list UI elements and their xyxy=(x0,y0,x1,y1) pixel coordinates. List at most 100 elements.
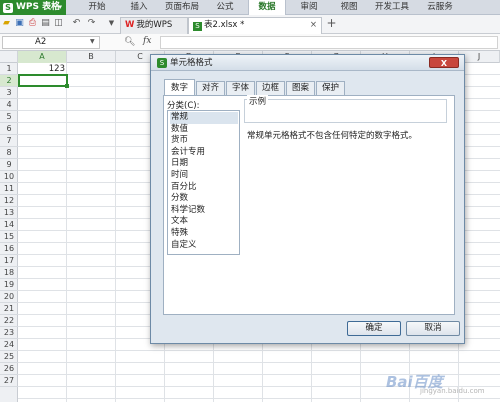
dialog-tab-number[interactable]: 数字 xyxy=(164,79,195,96)
active-cell-a2[interactable] xyxy=(18,74,68,87)
ribbon-tab-cloud[interactable]: 云服务 xyxy=(420,0,460,15)
dialog-close-button[interactable]: X xyxy=(429,57,459,68)
row-header-9[interactable]: 9 xyxy=(0,159,18,171)
baidu-watermark: Bai百度 jingyan.baidu.com xyxy=(386,368,498,398)
spreadsheet-logo-icon: S xyxy=(157,58,167,68)
app-menu-button[interactable]: S WPS 表格 ▾ xyxy=(0,0,66,15)
row-header-13[interactable]: 13 xyxy=(0,207,18,219)
print-icon[interactable]: ⎙ xyxy=(27,18,38,29)
spreadsheet-logo-icon: S xyxy=(193,22,202,31)
zoom-icon[interactable]: 🔍︎ xyxy=(124,37,135,47)
category-item-date[interactable]: 日期 xyxy=(170,158,238,170)
fill-handle[interactable] xyxy=(65,84,69,88)
row-header-7[interactable]: 7 xyxy=(0,135,18,147)
category-item-accounting[interactable]: 会计专用 xyxy=(170,147,238,159)
row-header-4[interactable]: 4 xyxy=(0,99,18,111)
row-header-20[interactable]: 20 xyxy=(0,291,18,303)
undo-icon[interactable]: ↶ xyxy=(71,18,82,29)
doc-tab-workbook[interactable]: S 表2.xlsx * × xyxy=(188,17,322,34)
chevron-down-icon: ▾ xyxy=(58,3,62,11)
row-header-21[interactable]: 21 xyxy=(0,303,18,315)
dialog-title-bar[interactable]: S 单元格格式 X xyxy=(151,55,464,71)
category-listbox[interactable]: 常规 数值 货币 会计专用 日期 时间 百分比 分数 科学记数 文本 特殊 自定… xyxy=(167,110,240,255)
name-box[interactable]: A2 xyxy=(2,36,100,49)
chevron-down-icon[interactable]: ▼ xyxy=(90,38,95,45)
category-item-special[interactable]: 特殊 xyxy=(170,228,238,240)
wps-w-logo-icon: W xyxy=(125,20,135,30)
row-header-27[interactable]: 27 xyxy=(0,375,18,387)
ribbon-tab-view[interactable]: 视图 xyxy=(332,0,366,15)
category-item-scientific[interactable]: 科学记数 xyxy=(170,205,238,217)
row-header-16[interactable]: 16 xyxy=(0,243,18,255)
category-item-fraction[interactable]: 分数 xyxy=(170,193,238,205)
row-header-3[interactable]: 3 xyxy=(0,87,18,99)
doc-tab-label: 表2.xlsx * xyxy=(204,20,245,30)
dialog-tab-protection[interactable]: 保护 xyxy=(316,81,345,95)
row-header-2[interactable]: 2 xyxy=(0,75,18,87)
row-header-6[interactable]: 6 xyxy=(0,123,18,135)
category-item-text[interactable]: 文本 xyxy=(170,216,238,228)
row-header-15[interactable]: 15 xyxy=(0,231,18,243)
customize-icon[interactable]: ▼ xyxy=(106,18,117,29)
category-item-general[interactable]: 常规 xyxy=(170,112,238,124)
row-header-17[interactable]: 17 xyxy=(0,255,18,267)
row-header-10[interactable]: 10 xyxy=(0,171,18,183)
format-description: 常规单元格格式不包含任何特定的数字格式。 xyxy=(247,131,418,141)
doc-tab-label: 我的WPS xyxy=(136,20,173,30)
dialog-tab-patterns[interactable]: 图案 xyxy=(286,81,315,95)
insert-function-icon[interactable]: fx xyxy=(143,36,151,46)
export-icon[interactable]: ◫ xyxy=(53,18,64,29)
row-header-1[interactable]: 1 xyxy=(0,63,18,75)
row-header-19[interactable]: 19 xyxy=(0,279,18,291)
sample-group-box xyxy=(244,99,447,123)
ribbon-tab-bar: S WPS 表格 ▾ 开始 插入 页面布局 公式 数据 审阅 视图 开发工具 云服… xyxy=(0,0,500,16)
dialog-tab-border[interactable]: 边框 xyxy=(256,81,285,95)
ribbon-tab-home[interactable]: 开始 xyxy=(80,0,114,15)
ok-button[interactable]: 确定 xyxy=(347,321,401,336)
select-all-corner[interactable] xyxy=(0,51,18,63)
open-icon[interactable]: ▰ xyxy=(1,18,12,29)
row-header-26[interactable]: 26 xyxy=(0,363,18,375)
ribbon-tab-page-layout[interactable]: 页面布局 xyxy=(160,0,204,15)
row-header-18[interactable]: 18 xyxy=(0,267,18,279)
doc-tab-my-wps[interactable]: W 我的WPS xyxy=(120,17,188,34)
ribbon-tab-insert[interactable]: 插入 xyxy=(122,0,156,15)
row-header-23[interactable]: 23 xyxy=(0,327,18,339)
ribbon-tab-developer[interactable]: 开发工具 xyxy=(370,0,414,15)
row-header-14[interactable]: 14 xyxy=(0,219,18,231)
column-header-a[interactable]: A xyxy=(18,51,67,63)
row-headers: 1 2 3 4 5 6 7 8 9 10 11 12 13 14 15 16 17 18 19 20 21 22 23 24 2… xyxy=(0,63,18,402)
column-header-j[interactable]: J xyxy=(459,51,500,63)
category-item-number[interactable]: 数值 xyxy=(170,124,238,136)
formula-input[interactable] xyxy=(160,36,498,49)
row-header-24[interactable]: 24 xyxy=(0,339,18,351)
wps-logo-icon: S xyxy=(3,3,13,13)
close-tab-icon[interactable]: × xyxy=(310,18,317,33)
ribbon-tab-review[interactable]: 审阅 xyxy=(292,0,326,15)
row-header-8[interactable]: 8 xyxy=(0,147,18,159)
row-header-12[interactable]: 12 xyxy=(0,195,18,207)
quick-access-toolbar: ▰ ▣ ⎙ ▤ ◫ ↶ ↷ ▼ W 我的WPS S 表2.xlsx * × + xyxy=(0,15,500,34)
category-item-percentage[interactable]: 百分比 xyxy=(170,182,238,194)
save-icon[interactable]: ▣ xyxy=(14,18,25,29)
formula-bar: A2 ▼ 🔍︎ fx xyxy=(0,34,500,51)
category-item-time[interactable]: 时间 xyxy=(170,170,238,182)
dialog-tab-font[interactable]: 字体 xyxy=(226,81,255,95)
dialog-title: 单元格格式 xyxy=(170,58,213,68)
row-header-5[interactable]: 5 xyxy=(0,111,18,123)
cancel-button[interactable]: 取消 xyxy=(406,321,460,336)
ribbon-tab-formulas[interactable]: 公式 xyxy=(208,0,242,15)
redo-icon[interactable]: ↷ xyxy=(86,18,97,29)
ribbon-tab-data[interactable]: 数据 xyxy=(248,0,286,16)
dialog-tab-alignment[interactable]: 对齐 xyxy=(196,81,225,95)
category-item-currency[interactable]: 货币 xyxy=(170,135,238,147)
app-name: WPS 表格 xyxy=(16,2,61,12)
category-item-custom[interactable]: 自定义 xyxy=(170,240,238,252)
row-header-25[interactable]: 25 xyxy=(0,351,18,363)
row-header-11[interactable]: 11 xyxy=(0,183,18,195)
row-header-22[interactable]: 22 xyxy=(0,315,18,327)
print-preview-icon[interactable]: ▤ xyxy=(40,18,51,29)
add-tab-icon[interactable]: + xyxy=(326,17,337,29)
column-header-b[interactable]: B xyxy=(67,51,116,63)
sample-label: 示例 xyxy=(247,95,269,107)
